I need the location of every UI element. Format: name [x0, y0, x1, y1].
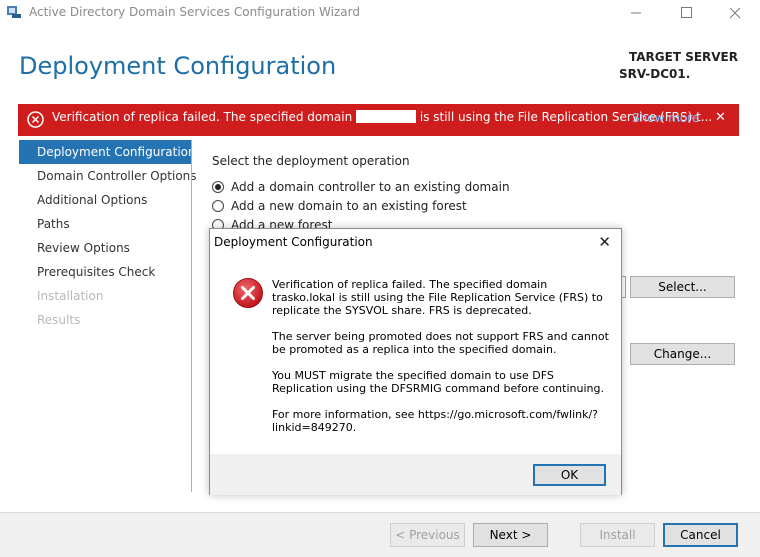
next-button[interactable]: Next > — [473, 523, 548, 547]
option-add-dc-existing-domain[interactable]: Add a domain controller to an existing d… — [212, 180, 510, 194]
minimize-button[interactable] — [614, 0, 660, 25]
dialog-footer: OK — [210, 454, 621, 495]
cancel-button[interactable]: Cancel — [663, 523, 738, 547]
maximize-icon — [681, 6, 692, 18]
radio-button[interactable] — [212, 200, 224, 212]
sidebar-item-additional-options[interactable]: Additional Options — [19, 188, 191, 212]
wizard-footer: < Previous Next > Install Cancel — [0, 512, 760, 557]
install-button[interactable]: Install — [580, 523, 655, 547]
option-label: Add a domain controller to an existing d… — [231, 180, 510, 194]
error-banner: Verification of replica failed. The spec… — [18, 104, 739, 136]
dialog-paragraph: Verification of replica failed. The spec… — [272, 278, 603, 317]
redacted-domain — [356, 110, 417, 123]
dialog-title: Deployment Configuration — [214, 235, 373, 249]
show-more-link[interactable]: Show more — [632, 111, 699, 125]
error-dialog: Deployment Configuration ✕ Verification … — [209, 228, 622, 495]
dialog-message: Verification of replica failed. The spec… — [272, 278, 612, 447]
target-server-label: TARGET SERVER — [629, 50, 738, 64]
close-icon — [729, 7, 741, 18]
deployment-operation-heading: Select the deployment operation — [212, 154, 410, 168]
banner-message-start: Verification of replica failed. The spec… — [52, 110, 357, 124]
radio-button[interactable] — [212, 181, 224, 193]
page-title: Deployment Configuration — [19, 52, 337, 80]
sidebar-divider — [191, 140, 192, 492]
select-button[interactable]: Select... — [630, 276, 735, 298]
sidebar-item-paths[interactable]: Paths — [19, 212, 191, 236]
dialog-paragraph: For more information, see https://go.mic… — [272, 408, 599, 434]
title-bar: Active Directory Domain Services Configu… — [0, 0, 760, 25]
sidebar-item-review-options[interactable]: Review Options — [19, 236, 191, 260]
close-window-button[interactable] — [712, 0, 758, 25]
deployment-options: Select the deployment operation Add a do… — [212, 154, 510, 232]
option-label: Add a new domain to an existing forest — [231, 199, 467, 213]
server-manager-icon — [6, 5, 22, 19]
sidebar-item-installation: Installation — [37, 289, 104, 303]
ok-button[interactable]: OK — [533, 464, 606, 486]
maximize-button[interactable] — [664, 0, 710, 25]
banner-message: Verification of replica failed. The spec… — [52, 110, 712, 124]
error-icon — [232, 277, 264, 309]
wizard-steps-sidebar: Deployment Configuration Domain Controll… — [19, 140, 197, 332]
banner-close-button[interactable]: ✕ — [715, 110, 726, 125]
sidebar-item-deployment-configuration[interactable]: Deployment Configuration — [19, 140, 196, 164]
sidebar-item-prerequisites-check[interactable]: Prerequisites Check — [19, 260, 191, 284]
error-circle-icon — [27, 111, 44, 128]
dialog-paragraph: The server being promoted does not suppo… — [272, 330, 609, 356]
previous-button[interactable]: < Previous — [390, 523, 465, 547]
minimize-icon — [631, 12, 641, 13]
option-add-domain-existing-forest[interactable]: Add a new domain to an existing forest — [212, 199, 467, 213]
dialog-paragraph: You MUST migrate the specified domain to… — [272, 369, 604, 395]
change-button[interactable]: Change... — [630, 343, 735, 365]
target-server-name: SRV-DC01. — [619, 67, 691, 81]
sidebar-item-results: Results — [37, 313, 81, 327]
window-title: Active Directory Domain Services Configu… — [29, 5, 360, 19]
sidebar-item-domain-controller-options[interactable]: Domain Controller Options — [19, 164, 197, 188]
dialog-close-button[interactable]: ✕ — [598, 233, 611, 251]
